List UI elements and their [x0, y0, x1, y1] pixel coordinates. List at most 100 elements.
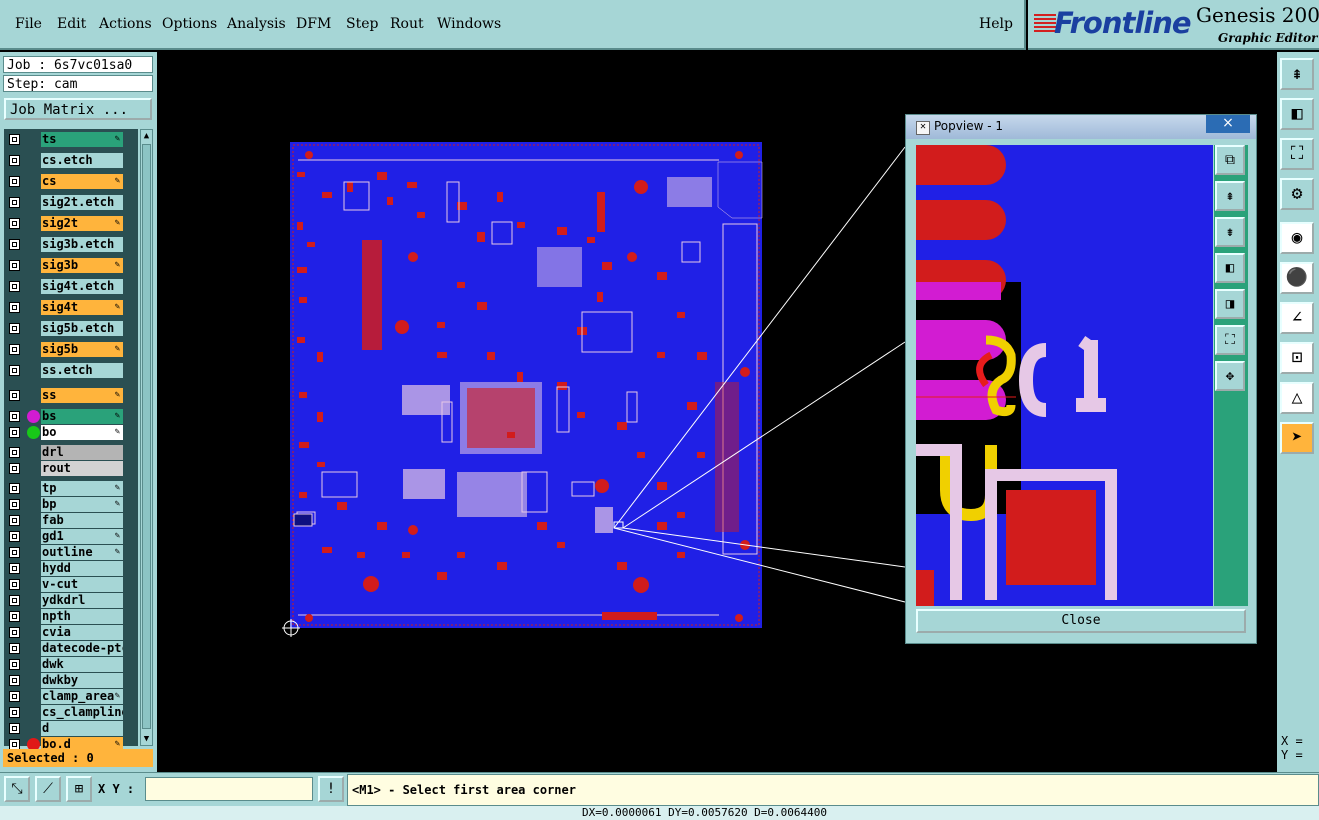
layer-name[interactable]: npth [41, 609, 123, 624]
layer-name[interactable]: tp ✎ [41, 481, 123, 496]
layer-checkbox[interactable] [9, 176, 20, 187]
layer-row[interactable]: dwkby [4, 673, 138, 688]
layer-name[interactable]: sig4t ✎ [41, 300, 123, 315]
snap-icon[interactable]: ⊡ [1280, 342, 1314, 374]
grid-snap-icon[interactable]: ⊞ [66, 776, 92, 802]
layer-checkbox[interactable] [9, 531, 20, 542]
layer-row[interactable]: clamp_area ✎ [4, 689, 138, 704]
layer-checkbox[interactable] [9, 627, 20, 638]
layer-row[interactable]: dwk [4, 657, 138, 672]
menu-analysis[interactable]: Analysis [227, 16, 286, 32]
measure-tool-icon[interactable]: ⟋ [35, 776, 61, 802]
layer-name[interactable]: dwkby [41, 673, 123, 688]
layer-checkbox[interactable] [9, 239, 20, 250]
layer-checkbox[interactable] [9, 643, 20, 654]
layer-checkbox[interactable] [9, 155, 20, 166]
menu-dfm[interactable]: DFM [296, 16, 331, 32]
popview-window[interactable]: ✕ Popview - 1 × ⧉ ⇞ ⇟ ◧ ◨ ⛶ ✥ Close [905, 114, 1257, 644]
popview-canvas[interactable] [916, 145, 1213, 606]
popview-down-icon[interactable]: ⇟ [1215, 217, 1245, 247]
layer-name[interactable]: sig5b.etch [41, 321, 123, 336]
layer-name[interactable]: fab [41, 513, 123, 528]
layer-checkbox[interactable] [9, 499, 20, 510]
layer-checkbox[interactable] [9, 579, 20, 590]
layer-name[interactable]: sig5b ✎ [41, 342, 123, 357]
scroll-up-icon[interactable]: ▲ [142, 131, 151, 141]
layer-name[interactable]: bs ✎ [41, 409, 123, 424]
layer-row[interactable]: tp ✎ [4, 481, 138, 496]
layer-checkbox[interactable] [9, 691, 20, 702]
layer-checkbox[interactable] [9, 134, 20, 145]
triangle-icon[interactable]: △ [1280, 382, 1314, 414]
layer-row[interactable]: cs.etch [4, 153, 138, 168]
layer-name[interactable]: rout [41, 461, 123, 476]
layer-name[interactable]: sig2t.etch [41, 195, 123, 210]
layer-checkbox[interactable] [9, 302, 20, 313]
menu-rout[interactable]: Rout [390, 16, 424, 32]
layer-name[interactable]: cs_clampline [41, 705, 123, 720]
layer-checkbox[interactable] [9, 659, 20, 670]
layer-row[interactable]: rout [4, 461, 138, 476]
layer-row[interactable]: sig4t.etch [4, 279, 138, 294]
layer-checkbox[interactable] [9, 365, 20, 376]
layer-row[interactable]: cs_clampline [4, 705, 138, 720]
layer-name[interactable]: v-cut [41, 577, 123, 592]
layer-row[interactable]: ss ✎ [4, 388, 138, 403]
popview-home-icon[interactable]: ⇞ [1215, 181, 1245, 211]
layer-name[interactable]: drl [41, 445, 123, 460]
tools-icon[interactable]: ⚙ [1280, 178, 1314, 210]
menu-help[interactable]: Help [979, 16, 1013, 32]
angle-icon[interactable]: ∠ [1280, 302, 1314, 334]
layer-row[interactable]: bo ✎ [4, 425, 138, 440]
xy-input[interactable] [145, 777, 313, 801]
popview-pan-icon[interactable]: ✥ [1215, 361, 1245, 391]
layer-checkbox[interactable] [9, 547, 20, 558]
menu-options[interactable]: Options [162, 16, 217, 32]
layer-checkbox[interactable] [9, 344, 20, 355]
scroll-thumb[interactable] [142, 144, 151, 729]
scroll-down-icon[interactable]: ▼ [142, 734, 151, 744]
pointer-icon[interactable]: ➤ [1280, 422, 1314, 454]
layer-row[interactable]: sig5b ✎ [4, 342, 138, 357]
layer-row[interactable]: fab [4, 513, 138, 528]
menu-step[interactable]: Step [346, 16, 378, 32]
layer-checkbox[interactable] [9, 563, 20, 574]
layer-row[interactable]: cs ✎ [4, 174, 138, 189]
layer-row[interactable]: sig4t ✎ [4, 300, 138, 315]
layer-name[interactable]: hydd [41, 561, 123, 576]
layer-row[interactable]: v-cut [4, 577, 138, 592]
layer-name[interactable]: d [41, 721, 123, 736]
layer-row[interactable]: gd1 ✎ [4, 529, 138, 544]
layer-checkbox[interactable] [9, 723, 20, 734]
layer-row[interactable]: d [4, 721, 138, 736]
layer-name[interactable]: sig2t ✎ [41, 216, 123, 231]
layer-row[interactable]: sig3b ✎ [4, 258, 138, 273]
measure-icon[interactable]: ◉ [1280, 222, 1314, 254]
job-matrix-button[interactable]: Job Matrix ... [4, 98, 152, 120]
layer-row[interactable]: sig2t ✎ [4, 216, 138, 231]
layer-checkbox[interactable] [9, 595, 20, 606]
layer-row[interactable]: sig2t.etch [4, 195, 138, 210]
window-zoom-icon[interactable]: ⤡ [4, 776, 30, 802]
connect-icon[interactable]: ⚫ [1280, 262, 1314, 294]
popview-right-icon[interactable]: ◨ [1215, 289, 1245, 319]
layer-list-scrollbar[interactable]: ▲ ▼ [140, 129, 153, 746]
layer-row[interactable]: ss.etch [4, 363, 138, 378]
popview-copy-icon[interactable]: ⧉ [1215, 145, 1245, 175]
layer-row[interactable]: bs ✎ [4, 409, 138, 424]
layer-name[interactable]: cs.etch [41, 153, 123, 168]
layer-name[interactable]: clamp_area ✎ [41, 689, 123, 704]
layer-checkbox[interactable] [9, 483, 20, 494]
layer-checkbox[interactable] [9, 260, 20, 271]
layer-checkbox[interactable] [9, 427, 20, 438]
layer-name[interactable]: ss ✎ [41, 388, 123, 403]
layer-checkbox[interactable] [9, 281, 20, 292]
layer-name[interactable]: ss.etch [41, 363, 123, 378]
layer-name[interactable]: cs ✎ [41, 174, 123, 189]
layer-row[interactable]: sig5b.etch [4, 321, 138, 336]
menu-windows[interactable]: Windows [437, 16, 501, 32]
layer-row[interactable]: ydkdrl [4, 593, 138, 608]
layer-name[interactable]: gd1 ✎ [41, 529, 123, 544]
layer-checkbox[interactable] [9, 707, 20, 718]
layer-row[interactable]: ts ✎ [4, 132, 138, 147]
